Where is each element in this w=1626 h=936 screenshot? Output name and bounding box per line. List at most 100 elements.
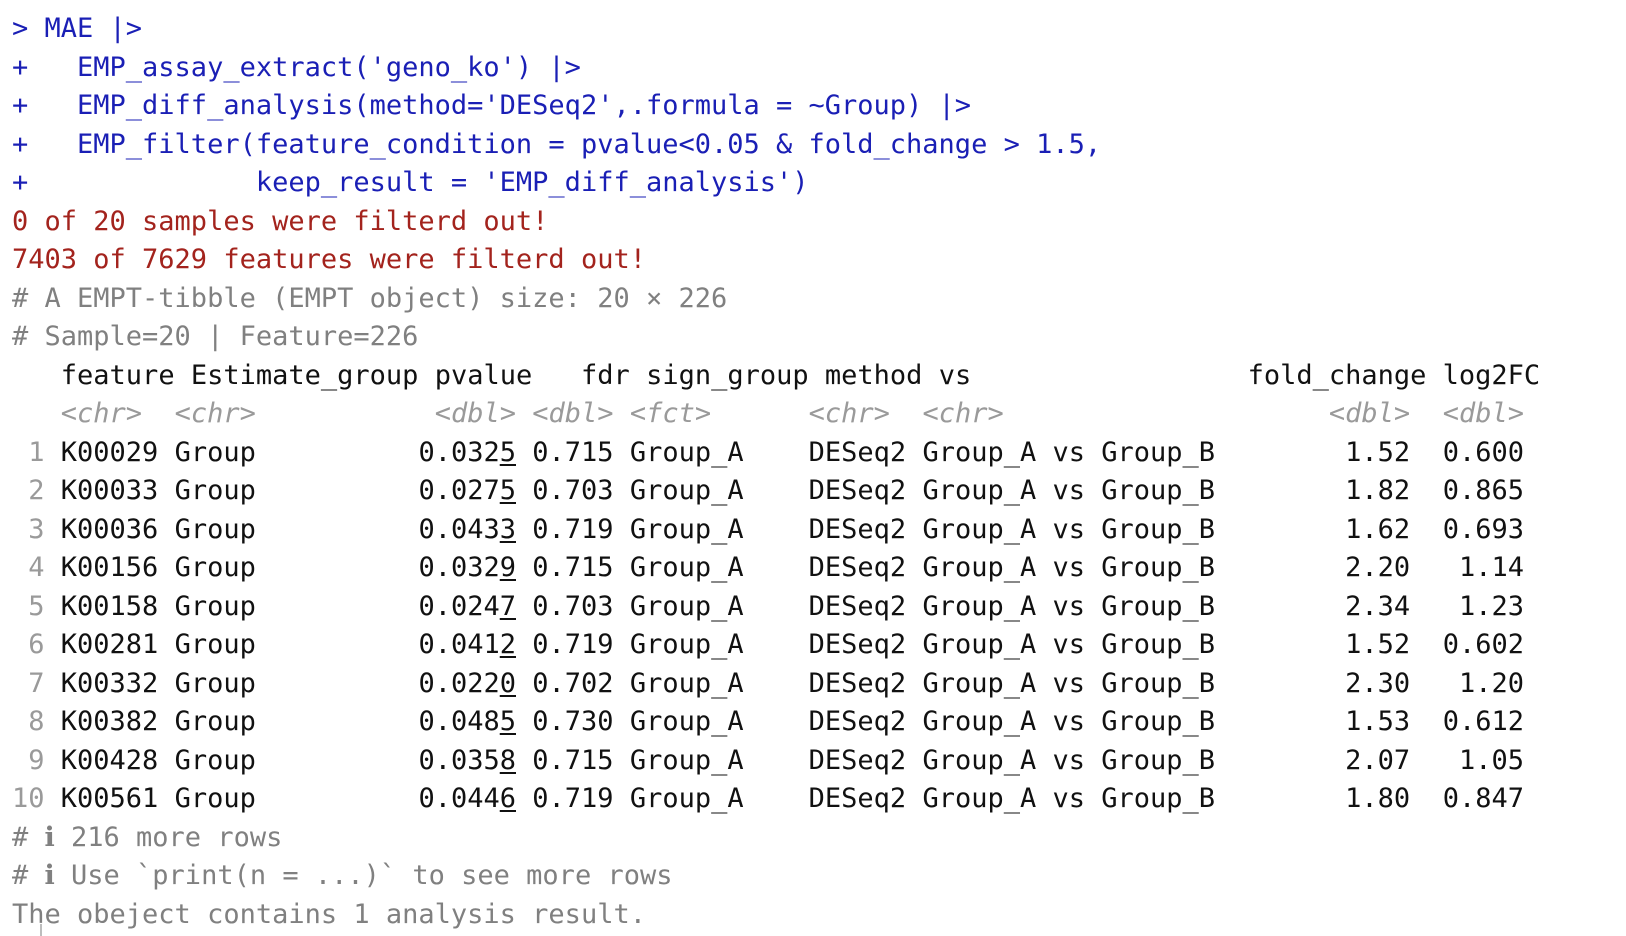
analysis-result-note: The obeject contains 1 analysis result.: [12, 898, 646, 930]
cell-fdr: 0.730: [532, 706, 614, 737]
cell-fdr: 0.715: [532, 552, 614, 583]
cell-fdr: 0.715: [532, 744, 614, 776]
cell-method: DESeq2: [808, 706, 907, 737]
cell-group: Group: [174, 783, 256, 814]
cell-vs: Group_A vs Group_B: [922, 590, 1216, 622]
cell-fdr: 0.719: [532, 513, 614, 545]
cell-vs: Group_A vs Group_B: [922, 513, 1216, 545]
column-header-method: method: [824, 359, 923, 391]
cell-group: Group: [174, 590, 256, 622]
cell-log2fc: 0.693: [1442, 513, 1524, 545]
more-rows-note: # ℹ 216 more rows: [12, 821, 283, 853]
cell-method: DESeq2: [808, 783, 907, 814]
column-header-fold-change: fold_change: [1247, 359, 1427, 391]
cell-sign: Group_A: [629, 706, 744, 737]
console-cursor[interactable]: [40, 924, 42, 936]
row-number: 4: [12, 552, 45, 583]
column-type-label: <dbl>: [434, 398, 516, 429]
cell-sign: Group_A: [629, 552, 744, 583]
column-header-feature: feature: [60, 359, 175, 391]
column-type-label: <chr>: [808, 398, 890, 429]
cell-fc: 1.62: [1345, 513, 1411, 545]
cell-pvalue: 0.0433: [418, 513, 516, 545]
column-type-label: <dbl>: [1328, 398, 1411, 429]
table-row: 5 K00158 Group 0.0247 0.703 Group_A DESe…: [12, 588, 1540, 627]
table-row: 10 K00561 Group 0.0446 0.719 Group_A DES…: [12, 780, 1540, 819]
cell-vs: Group_A vs Group_B: [922, 706, 1216, 737]
column-type-label: <dbl>: [532, 398, 614, 429]
column-header-fdr: fdr: [581, 359, 630, 391]
command-line: + EMP_filter(feature_condition = pvalue<…: [12, 128, 1102, 160]
table-row: 6 K00281 Group 0.0412 0.719 Group_A DESe…: [12, 626, 1540, 665]
cell-group: Group: [174, 706, 256, 737]
column-header-sign-group: sign_group: [646, 359, 809, 391]
cell-sign: Group_A: [629, 783, 744, 814]
cell-vs: Group_A vs Group_B: [922, 475, 1216, 506]
table-type-header: <chr> <chr> <dbl> <dbl> <fct> <chr> <chr…: [12, 395, 1540, 434]
row-number: 1: [12, 436, 45, 468]
cell-pvalue: 0.0247: [418, 590, 516, 622]
cell-fc: 2.30: [1345, 667, 1411, 699]
cell-sign: Group_A: [629, 436, 744, 468]
cell-sign: Group_A: [629, 475, 744, 506]
cell-log2fc: 0.847: [1442, 783, 1524, 814]
cell-feature: K00156: [60, 552, 159, 583]
cell-sign: Group_A: [629, 667, 744, 699]
cell-pvalue: 0.0275: [418, 475, 516, 506]
cell-method: DESeq2: [808, 513, 907, 545]
filter-message: 7403 of 7629 features were filterd out!: [12, 244, 646, 275]
row-number: 7: [12, 667, 45, 699]
cell-vs: Group_A vs Group_B: [922, 667, 1216, 699]
row-number: 9: [12, 744, 45, 776]
row-number: 8: [12, 706, 45, 737]
cell-log2fc: 1.20: [1458, 667, 1524, 699]
row-number: 10: [12, 783, 45, 814]
cell-fc: 1.80: [1345, 783, 1411, 814]
row-number: 3: [12, 513, 45, 545]
column-type-label: <dbl>: [1442, 398, 1524, 429]
cell-fdr: 0.703: [532, 475, 614, 506]
cell-method: DESeq2: [808, 552, 907, 583]
cell-log2fc: 1.14: [1458, 552, 1524, 583]
cell-vs: Group_A vs Group_B: [922, 744, 1216, 776]
row-number: 2: [12, 475, 45, 506]
cell-feature: K00033: [60, 475, 159, 506]
cell-sign: Group_A: [629, 744, 744, 776]
cell-fc: 2.20: [1345, 552, 1411, 583]
cell-fc: 1.52: [1345, 436, 1411, 468]
cell-pvalue: 0.0412: [418, 629, 516, 660]
cell-pvalue: 0.0325: [418, 436, 516, 468]
cell-feature: K00029: [60, 436, 159, 468]
command-line: + EMP_assay_extract('geno_ko') |>: [12, 51, 581, 83]
table-row: 7 K00332 Group 0.0220 0.702 Group_A DESe…: [12, 665, 1540, 704]
cell-method: DESeq2: [808, 744, 907, 776]
cell-pvalue: 0.0485: [418, 706, 516, 737]
cell-fdr: 0.719: [532, 629, 614, 660]
tibble-size-header: # A EMPT-tibble (EMPT object) size: 20 ×…: [12, 282, 728, 314]
command-line: + EMP_diff_analysis(method='DESeq2',.for…: [12, 90, 972, 121]
cell-feature: K00428: [60, 744, 159, 776]
cell-feature: K00561: [60, 783, 159, 814]
cell-feature: K00281: [60, 629, 159, 660]
cell-vs: Group_A vs Group_B: [922, 783, 1216, 814]
cell-fdr: 0.715: [532, 436, 614, 468]
row-number: 6: [12, 629, 45, 660]
cell-log2fc: 0.865: [1442, 475, 1524, 506]
table-row: 3 K00036 Group 0.0433 0.719 Group_A DESe…: [12, 511, 1540, 550]
cell-feature: K00036: [60, 513, 159, 545]
cell-fdr: 0.702: [532, 667, 614, 699]
cell-log2fc: 0.602: [1442, 629, 1524, 660]
filter-message: 0 of 20 samples were filterd out!: [12, 205, 549, 237]
cell-feature: K00158: [60, 590, 159, 622]
table-row: 1 K00029 Group 0.0325 0.715 Group_A DESe…: [12, 434, 1540, 473]
cell-method: DESeq2: [808, 629, 907, 660]
table-body: 1 K00029 Group 0.0325 0.715 Group_A DESe…: [12, 434, 1540, 819]
cell-group: Group: [174, 436, 256, 468]
table-row: 4 K00156 Group 0.0329 0.715 Group_A DESe…: [12, 549, 1540, 588]
cell-sign: Group_A: [629, 513, 744, 545]
column-type-label: <fct>: [629, 398, 712, 429]
cell-vs: Group_A vs Group_B: [922, 552, 1216, 583]
cell-feature: K00382: [60, 706, 159, 737]
cell-log2fc: 0.600: [1442, 436, 1524, 468]
column-type-label: <chr>: [60, 398, 143, 429]
